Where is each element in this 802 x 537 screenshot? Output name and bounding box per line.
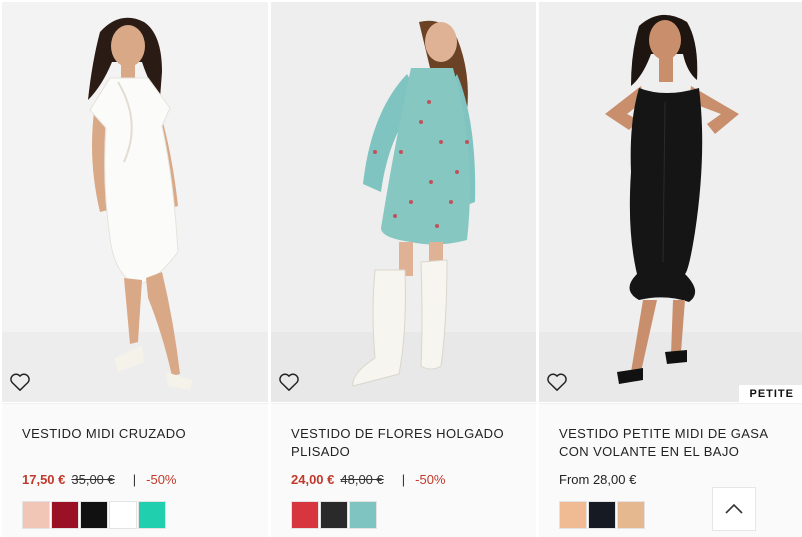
color-swatch[interactable] bbox=[22, 501, 50, 529]
discount-badge: -50% bbox=[146, 472, 177, 487]
product-title[interactable]: VESTIDO DE FLORES HOLGADO PLISADO bbox=[291, 425, 526, 461]
product-title[interactable]: VESTIDO MIDI CRUZADO bbox=[22, 425, 258, 443]
color-swatches bbox=[22, 501, 166, 529]
price-row: From 28,00 € bbox=[559, 472, 636, 487]
original-price: 35,00 € bbox=[71, 472, 115, 487]
product-card[interactable]: VESTIDO MIDI CRUZADO 17,50 € 35,00 € | -… bbox=[2, 0, 268, 537]
product-image[interactable] bbox=[539, 2, 802, 402]
color-swatch[interactable] bbox=[320, 501, 348, 529]
product-info: VESTIDO DE FLORES HOLGADO PLISADO 24,00 … bbox=[271, 403, 536, 537]
price-separator: | bbox=[132, 472, 137, 487]
product-image[interactable] bbox=[271, 2, 536, 402]
product-card[interactable]: VESTIDO DE FLORES HOLGADO PLISADO 24,00 … bbox=[271, 0, 536, 537]
color-swatch[interactable] bbox=[109, 501, 137, 529]
heart-outline-icon[interactable] bbox=[278, 372, 300, 392]
color-swatch[interactable] bbox=[291, 501, 319, 529]
discount-badge: -50% bbox=[415, 472, 446, 487]
product-info: VESTIDO PETITE MIDI DE GASA CON VOLANTE … bbox=[539, 403, 802, 537]
color-swatch[interactable] bbox=[588, 501, 616, 529]
price-row: 17,50 € 35,00 € | -50% bbox=[22, 472, 177, 487]
from-price: From 28,00 € bbox=[559, 472, 637, 487]
price-row: 24,00 € 48,00 € | -50% bbox=[291, 472, 446, 487]
product-title[interactable]: VESTIDO PETITE MIDI DE GASA CON VOLANTE … bbox=[559, 425, 792, 461]
color-swatch[interactable] bbox=[559, 501, 587, 529]
product-image[interactable] bbox=[2, 2, 268, 402]
sale-price: 17,50 € bbox=[22, 472, 66, 487]
original-price: 48,00 € bbox=[340, 472, 384, 487]
back-to-top-button[interactable] bbox=[712, 487, 756, 531]
color-swatches bbox=[559, 501, 645, 529]
product-card[interactable]: PETITE VESTIDO PETITE MIDI DE GASA CON V… bbox=[539, 0, 802, 537]
color-swatches bbox=[291, 501, 377, 529]
petite-badge: PETITE bbox=[739, 385, 802, 402]
color-swatch[interactable] bbox=[349, 501, 377, 529]
heart-outline-icon[interactable] bbox=[9, 372, 31, 392]
heart-outline-icon[interactable] bbox=[546, 372, 568, 392]
product-grid: VESTIDO MIDI CRUZADO 17,50 € 35,00 € | -… bbox=[0, 0, 802, 537]
sale-price: 24,00 € bbox=[291, 472, 335, 487]
price-separator: | bbox=[401, 472, 406, 487]
chevron-up-icon bbox=[725, 503, 743, 514]
product-info: VESTIDO MIDI CRUZADO 17,50 € 35,00 € | -… bbox=[2, 403, 268, 537]
color-swatch[interactable] bbox=[80, 501, 108, 529]
color-swatch[interactable] bbox=[617, 501, 645, 529]
color-swatch[interactable] bbox=[51, 501, 79, 529]
color-swatch[interactable] bbox=[138, 501, 166, 529]
